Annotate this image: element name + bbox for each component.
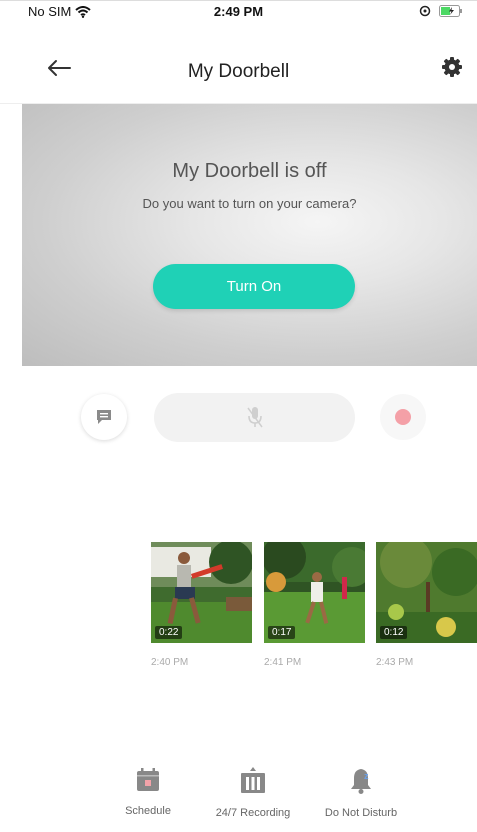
tab-recording-label: 24/7 Recording (215, 807, 291, 819)
clip-thumbnail[interactable]: 0:12 (376, 542, 477, 643)
microphone-muted-icon (246, 406, 263, 427)
tab-schedule[interactable]: Schedule (111, 767, 185, 817)
clip-duration: 0:17 (268, 626, 296, 639)
talk-button[interactable] (154, 393, 355, 442)
tab-recording[interactable]: 24/7 Recording (202, 767, 304, 819)
camera-off-subtitle: Do you want to turn on your camera? (142, 196, 357, 211)
clip-time: 2:43 PM (376, 657, 414, 668)
clip-duration: 0:22 (155, 626, 183, 639)
clip-thumbnail[interactable]: 0:22 (151, 542, 252, 643)
status-time: 2:49 PM (213, 4, 264, 19)
status-indicators (419, 5, 463, 17)
camera-off-title: My Doorbell is off (172, 160, 327, 182)
orientation-lock-icon (419, 5, 431, 17)
record-button[interactable] (380, 394, 426, 440)
calendar-icon (137, 768, 159, 791)
record-dot-icon (395, 409, 411, 425)
bell-icon: z (351, 769, 371, 794)
clip-time: 2:41 PM (264, 657, 302, 668)
message-icon (97, 410, 111, 424)
recording-icon (241, 767, 265, 793)
clip-time: 2:40 PM (151, 657, 189, 668)
clip-thumbnail[interactable]: 0:17 (264, 542, 365, 643)
clip-duration: 0:12 (380, 626, 408, 639)
gear-icon[interactable] (441, 56, 463, 78)
tab-schedule-label: Schedule (125, 805, 171, 817)
svg-text:z: z (364, 771, 369, 781)
page-title: My Doorbell (187, 61, 290, 82)
camera-preview (22, 104, 477, 366)
tab-do-not-disturb-label: Do Not Disturb (324, 807, 398, 819)
quick-reply-button[interactable] (81, 394, 127, 440)
battery-icon (439, 5, 462, 17)
turn-on-button[interactable]: Turn On (153, 264, 355, 309)
tab-do-not-disturb[interactable]: z Do Not Disturb (310, 767, 412, 819)
